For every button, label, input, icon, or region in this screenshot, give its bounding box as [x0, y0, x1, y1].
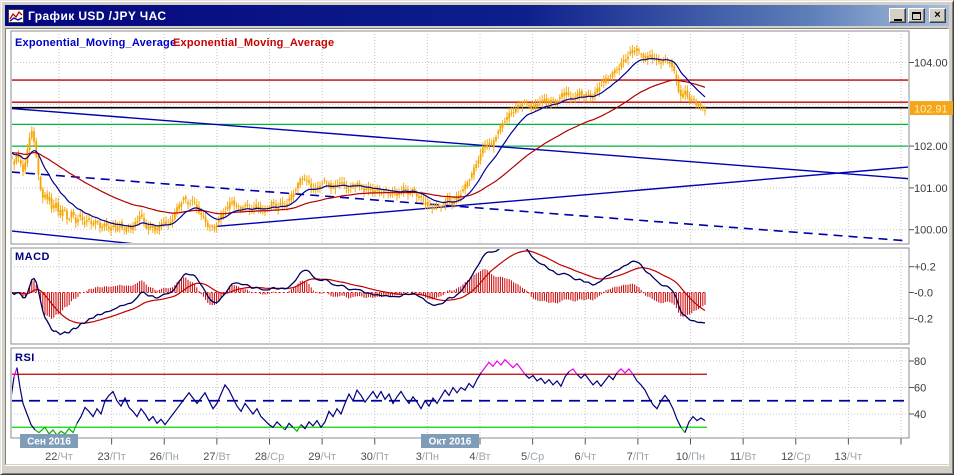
price-pane[interactable] — [10, 30, 910, 245]
date-label: 13/Чт — [835, 451, 863, 463]
date-label: 5/Ср — [521, 451, 544, 463]
date-label: 6/Чт — [574, 451, 596, 463]
legend-label: Exponential_Moving_Average — [173, 37, 334, 49]
rsi-axis-label: 80 — [914, 356, 926, 368]
close-button[interactable]: × — [929, 8, 946, 23]
price-axis-label: 102.00 — [914, 141, 948, 153]
chart-window: Exponential_Moving_Average Exponential_Mo… — [0, 0, 954, 475]
date-label: 22/Чт — [45, 451, 73, 463]
rsi-pane[interactable] — [10, 347, 910, 439]
current-price-label: 102.91 — [914, 104, 948, 116]
price-axis-label: 101.00 — [914, 183, 948, 195]
time-axis-ticks — [58, 438, 902, 445]
date-label: 4/Вт — [469, 451, 490, 463]
window-title: График USD /JPY ЧАС — [28, 8, 167, 23]
date-label: 26/Пн — [150, 451, 179, 463]
date-label: 10/Пн — [676, 451, 705, 463]
minimize-icon — [893, 18, 902, 21]
date-label: 23/Пт — [97, 451, 125, 463]
legend-label: Exponential_Moving_Average — [15, 37, 176, 49]
window-titlebar[interactable]: График USD /JPY ЧАС × — [5, 5, 949, 26]
rsi-axis-label: 60 — [914, 383, 926, 395]
macd-axis-label: -0.2 — [914, 313, 933, 325]
indicator-legend: Exponential_Moving_AverageExponential_Mo… — [15, 37, 334, 49]
date-label: 7/Пт — [627, 451, 649, 463]
macd-pane[interactable] — [10, 247, 910, 345]
date-label: 29/Чт — [308, 451, 336, 463]
rsi-pane-label: RSI — [15, 352, 35, 364]
price-axis: 104.00 102.00 101.00 100.00 102.91 +0.2 -0.0 -0… — [909, 58, 953, 421]
close-icon: × — [934, 9, 941, 21]
line-chart-icon — [8, 8, 24, 23]
macd-axis-label: +0.2 — [914, 262, 936, 274]
price-axis-label: 100.00 — [914, 225, 948, 237]
maximize-button[interactable] — [908, 8, 925, 23]
date-label: 11/Вт — [730, 451, 757, 463]
month-badge-label: Сен 2016 — [27, 437, 71, 448]
date-label: 28/Ср — [255, 451, 284, 463]
month-badge-label: Окт 2016 — [429, 437, 472, 448]
maximize-icon — [912, 11, 921, 20]
chart-canvas[interactable]: Exponential_Moving_AverageExponential_Mo… — [1, 1, 954, 475]
date-label: 30/Пт — [361, 451, 389, 463]
rsi-axis-label: 40 — [914, 409, 926, 421]
macd-axis-label: -0.0 — [914, 288, 933, 300]
date-label: 3/Пн — [416, 451, 439, 463]
date-label: 27/Вт — [203, 451, 230, 463]
price-axis-label: 104.00 — [914, 58, 948, 70]
macd-pane-label: MACD — [15, 251, 50, 263]
date-label: 12/Ср — [781, 451, 810, 463]
minimize-button[interactable] — [889, 8, 906, 23]
